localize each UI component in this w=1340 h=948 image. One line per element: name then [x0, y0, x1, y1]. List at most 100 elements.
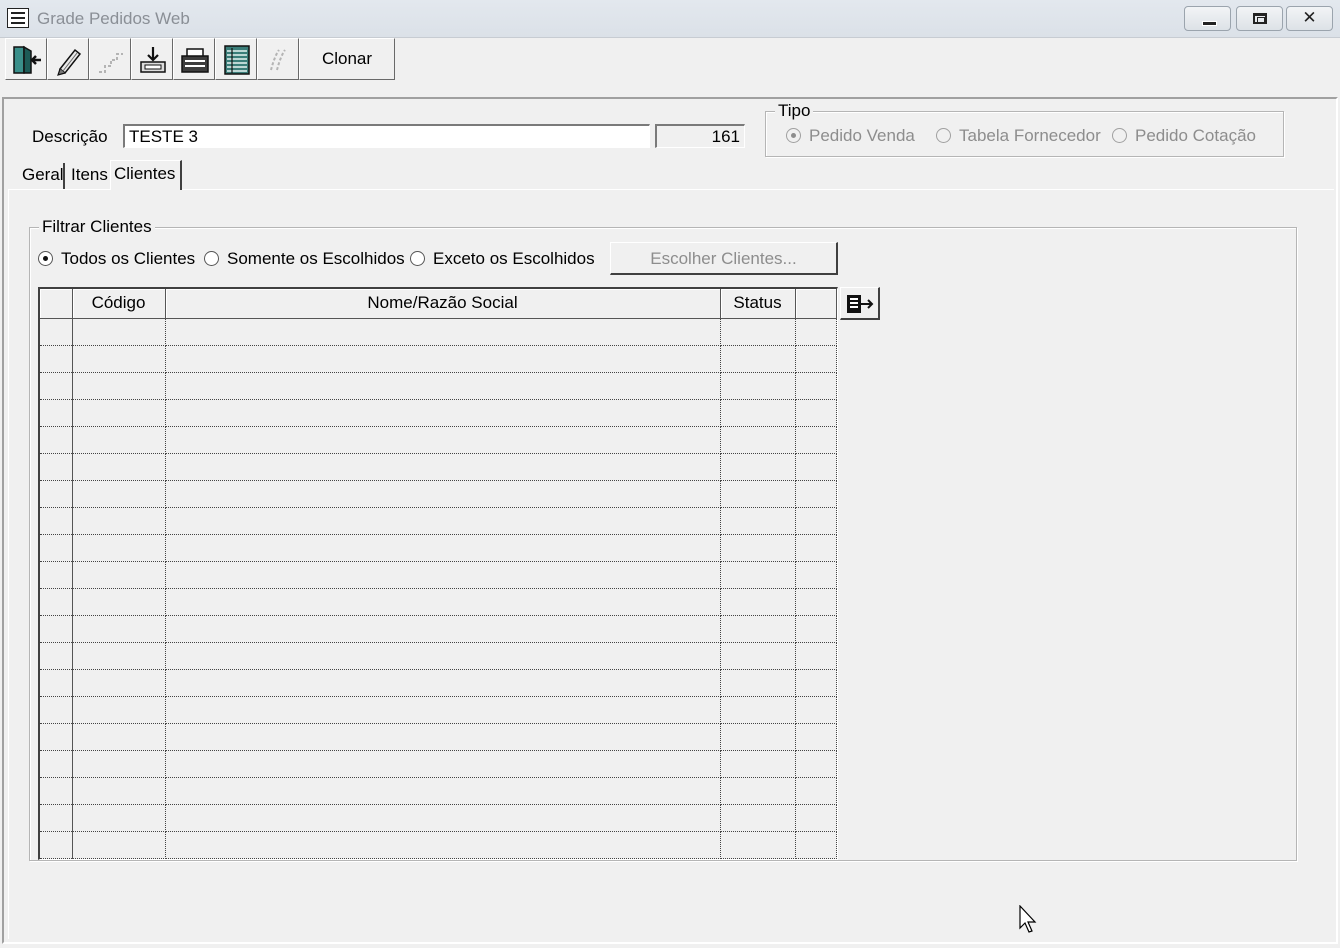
table-cell[interactable]: [165, 588, 721, 616]
table-row[interactable]: [40, 804, 837, 832]
table-cell[interactable]: [165, 615, 721, 643]
table-row[interactable]: [40, 480, 837, 508]
table-cell[interactable]: [720, 804, 796, 832]
steps-button[interactable]: [89, 38, 131, 80]
table-cell[interactable]: [72, 831, 166, 859]
title-bar[interactable]: Grade Pedidos Web ✕: [0, 0, 1340, 38]
table-cell[interactable]: [720, 777, 796, 805]
tab-clientes[interactable]: Clientes: [110, 160, 182, 190]
table-cell[interactable]: [720, 669, 796, 697]
export-button[interactable]: [840, 287, 880, 320]
table-row[interactable]: [40, 696, 837, 724]
escolher-clientes-button[interactable]: Escolher Clientes...: [610, 242, 838, 275]
table-row[interactable]: [40, 723, 837, 751]
table-cell[interactable]: [165, 372, 721, 400]
table-cell[interactable]: [72, 399, 166, 427]
open-button[interactable]: [173, 38, 215, 80]
table-cell[interactable]: [720, 507, 796, 535]
table-cell[interactable]: [795, 534, 837, 562]
table-cell[interactable]: [165, 507, 721, 535]
table-cell[interactable]: [165, 804, 721, 832]
table-cell[interactable]: [720, 723, 796, 751]
radio-pedido-cotacao[interactable]: Pedido Cotação: [1112, 126, 1256, 146]
table-row[interactable]: [40, 426, 837, 454]
table-cell[interactable]: [40, 318, 73, 346]
table-cell[interactable]: [72, 588, 166, 616]
table-cell[interactable]: [72, 480, 166, 508]
table-cell[interactable]: [40, 777, 73, 805]
table-cell[interactable]: [72, 426, 166, 454]
table-cell[interactable]: [795, 480, 837, 508]
table-cell[interactable]: [165, 831, 721, 859]
table-cell[interactable]: [165, 642, 721, 670]
table-cell[interactable]: [795, 615, 837, 643]
table-cell[interactable]: [165, 669, 721, 697]
table-cell[interactable]: [795, 399, 837, 427]
table-cell[interactable]: [165, 480, 721, 508]
table-cell[interactable]: [40, 750, 73, 778]
table-row[interactable]: [40, 399, 837, 427]
header-status[interactable]: Status: [720, 289, 796, 319]
table-cell[interactable]: [165, 750, 721, 778]
table-row[interactable]: [40, 372, 837, 400]
table-cell[interactable]: [72, 642, 166, 670]
table-cell[interactable]: [795, 426, 837, 454]
radio-exceto-escolhidos[interactable]: Exceto os Escolhidos: [410, 249, 595, 269]
table-cell[interactable]: [72, 345, 166, 373]
table-cell[interactable]: [720, 453, 796, 481]
table-cell[interactable]: [72, 669, 166, 697]
table-cell[interactable]: [40, 507, 73, 535]
table-row[interactable]: [40, 750, 837, 778]
descricao-input[interactable]: TESTE 3: [123, 124, 650, 148]
table-cell[interactable]: [40, 723, 73, 751]
table-cell[interactable]: [72, 615, 166, 643]
table-cell[interactable]: [72, 723, 166, 751]
table-cell[interactable]: [720, 372, 796, 400]
maximize-button[interactable]: [1236, 6, 1283, 31]
radio-somente-escolhidos[interactable]: Somente os Escolhidos: [204, 249, 405, 269]
save-button[interactable]: [131, 38, 173, 80]
table-cell[interactable]: [720, 561, 796, 589]
table-cell[interactable]: [795, 345, 837, 373]
table-cell[interactable]: [795, 588, 837, 616]
table-cell[interactable]: [40, 345, 73, 373]
table-cell[interactable]: [165, 318, 721, 346]
exit-button[interactable]: [5, 38, 47, 80]
table-row[interactable]: [40, 507, 837, 535]
table-cell[interactable]: [40, 615, 73, 643]
app-icon[interactable]: [7, 8, 29, 28]
tab-geral[interactable]: Geral: [19, 162, 67, 190]
table-cell[interactable]: [720, 345, 796, 373]
table-cell[interactable]: [72, 507, 166, 535]
table-cell[interactable]: [720, 534, 796, 562]
clientes-grid[interactable]: Código Nome/Razão Social Status: [38, 287, 838, 860]
table-row[interactable]: [40, 534, 837, 562]
signature-button[interactable]: [257, 38, 299, 80]
header-codigo[interactable]: Código: [72, 289, 166, 319]
table-cell[interactable]: [165, 399, 721, 427]
table-cell[interactable]: [72, 804, 166, 832]
table-cell[interactable]: [795, 804, 837, 832]
table-cell[interactable]: [720, 426, 796, 454]
radio-tabela-fornecedor[interactable]: Tabela Fornecedor: [936, 126, 1101, 146]
table-cell[interactable]: [72, 750, 166, 778]
table-cell[interactable]: [40, 426, 73, 454]
clonar-button[interactable]: Clonar: [299, 38, 395, 80]
table-cell[interactable]: [40, 372, 73, 400]
table-cell[interactable]: [40, 588, 73, 616]
table-row[interactable]: [40, 777, 837, 805]
table-cell[interactable]: [795, 318, 837, 346]
table-cell[interactable]: [720, 588, 796, 616]
table-cell[interactable]: [72, 561, 166, 589]
table-cell[interactable]: [72, 372, 166, 400]
table-row[interactable]: [40, 615, 837, 643]
table-cell[interactable]: [72, 453, 166, 481]
radio-pedido-venda[interactable]: Pedido Venda: [786, 126, 915, 146]
table-cell[interactable]: [40, 642, 73, 670]
table-cell[interactable]: [720, 399, 796, 427]
table-row[interactable]: [40, 453, 837, 481]
table-cell[interactable]: [795, 669, 837, 697]
table-cell[interactable]: [72, 534, 166, 562]
table-cell[interactable]: [720, 696, 796, 724]
table-cell[interactable]: [40, 399, 73, 427]
